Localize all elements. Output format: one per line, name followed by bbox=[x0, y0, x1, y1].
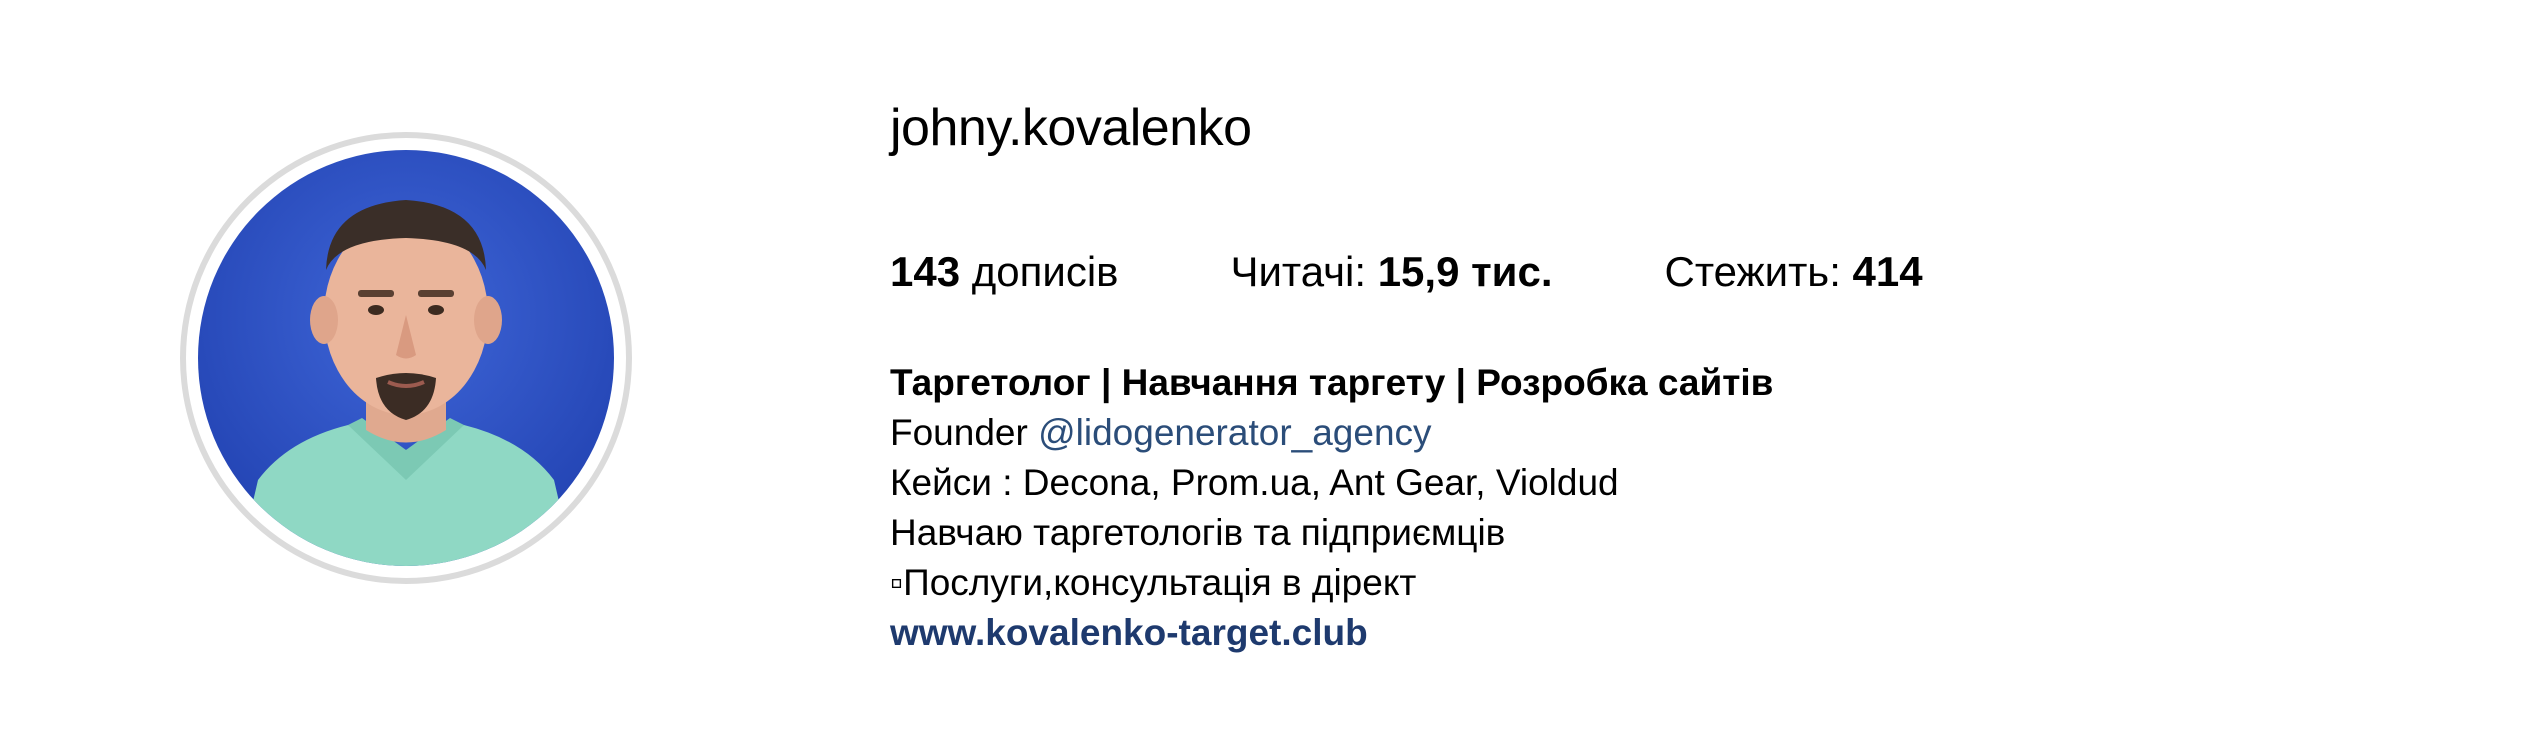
followers-count: 15,9 тис. bbox=[1377, 248, 1553, 295]
bio-teaching: Навчаю таргетологів та підприємців bbox=[890, 512, 1506, 553]
profile-photo bbox=[198, 150, 614, 566]
bio-cases: Кейси : Decona, Prom.ua, Ant Gear, Viold… bbox=[890, 462, 1619, 503]
profile-bio: Таргетолог | Навчання таргету | Розробка… bbox=[890, 358, 1773, 658]
followers-stat[interactable]: Читачі: 15,9 тис. bbox=[1230, 248, 1552, 296]
following-count: 414 bbox=[1852, 248, 1923, 295]
bio-title: Таргетолог | Навчання таргету | Розробка… bbox=[890, 362, 1774, 403]
followers-label: Читачі: bbox=[1230, 248, 1378, 295]
posts-label: дописів bbox=[971, 248, 1119, 295]
posts-count: 143 bbox=[890, 248, 961, 295]
avatar[interactable] bbox=[180, 132, 632, 584]
username[interactable]: johny.kovalenko bbox=[890, 98, 1252, 158]
bio-founder-line: Founder @lidogenerator_agency bbox=[890, 408, 1773, 458]
profile-stats: 143 дописів Читачі: 15,9 тис. Стежить: 4… bbox=[890, 248, 1923, 296]
founder-mention-link[interactable]: @lidogenerator_agency bbox=[1038, 412, 1431, 453]
following-stat[interactable]: Стежить: 414 bbox=[1665, 248, 1923, 296]
bio-founder-prefix: Founder bbox=[890, 412, 1039, 453]
person-photo-icon bbox=[198, 150, 614, 566]
website-link[interactable]: www.kovalenko-target.club bbox=[890, 608, 1773, 658]
bio-services: ▫Послуги,консультація в дірект bbox=[890, 562, 1417, 603]
following-label: Стежить: bbox=[1664, 248, 1853, 295]
posts-count-stat[interactable]: 143 дописів bbox=[890, 248, 1118, 296]
